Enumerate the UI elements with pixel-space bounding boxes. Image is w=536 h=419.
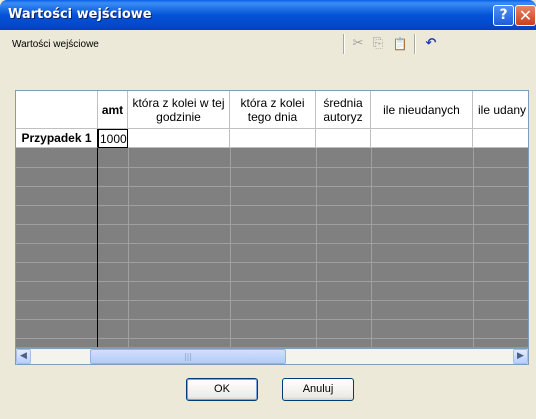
grid-line — [16, 319, 528, 320]
grid-line — [16, 186, 528, 187]
toolbar-separator — [414, 34, 416, 54]
grid-line — [16, 281, 528, 282]
column-header-hour-order[interactable]: która z kolei w tej godzinie — [128, 91, 230, 129]
grid-line — [16, 300, 528, 301]
grid-line — [128, 148, 129, 347]
grid-line — [371, 148, 372, 347]
window-title: Wartości wejściowe — [8, 7, 152, 22]
row-header[interactable]: Przypadek 1 — [16, 129, 98, 148]
dialog-window: Wartości wejściowe ? ✕ Wartości wejściow… — [0, 0, 536, 419]
horizontal-scrollbar[interactable]: ◀ ||| ▶ — [15, 348, 529, 365]
grid-line — [16, 338, 528, 339]
toolbar-separator — [343, 34, 345, 54]
grid-line — [16, 205, 528, 206]
undo-icon[interactable]: ↶ — [422, 35, 440, 53]
column-header-avg-auth[interactable]: średnia autoryz — [316, 91, 371, 129]
cancel-button[interactable]: Anuluj — [282, 378, 354, 401]
grid-line — [16, 167, 528, 168]
scissors-icon[interactable]: ✂ — [349, 35, 367, 53]
toolbar: ✂ ⎘ 📋 ↶ — [343, 32, 536, 56]
table-cell[interactable] — [128, 129, 230, 148]
table-cell[interactable] — [316, 129, 371, 148]
column-header-failed[interactable]: ile nieudanych — [371, 91, 473, 129]
table-cell[interactable] — [230, 129, 316, 148]
grid-line — [316, 148, 317, 347]
row-header-divider — [97, 148, 98, 347]
scroll-left-icon[interactable]: ◀ — [16, 349, 31, 364]
grid-line — [16, 262, 528, 263]
grid-corner — [16, 91, 98, 129]
ok-button[interactable]: OK — [186, 378, 258, 401]
table-cell[interactable] — [473, 129, 528, 148]
scrollbar-thumb[interactable]: ||| — [90, 349, 286, 364]
column-header-amt[interactable]: amt — [98, 91, 128, 129]
help-button[interactable]: ? — [493, 5, 514, 26]
scroll-right-icon[interactable]: ▶ — [513, 349, 528, 364]
copy-icon[interactable]: ⎘ — [369, 35, 387, 53]
grid-line — [16, 243, 528, 244]
grid-line — [16, 224, 528, 225]
close-button[interactable]: ✕ — [515, 5, 536, 26]
column-header-day-order[interactable]: która z kolei tego dnia — [230, 91, 316, 129]
table-cell[interactable]: 1000 — [98, 129, 128, 148]
section-label: Wartości wejściowe — [12, 39, 99, 50]
data-grid[interactable]: amt która z kolei w tej godzinie która z… — [15, 90, 529, 348]
table-cell[interactable] — [371, 129, 473, 148]
column-header-successful[interactable]: ile udany — [473, 91, 528, 129]
grid-line — [473, 148, 474, 347]
paste-icon[interactable]: 📋 — [391, 35, 409, 53]
title-bar[interactable]: Wartości wejściowe ? ✕ — [0, 0, 536, 30]
grid-line — [230, 148, 231, 347]
